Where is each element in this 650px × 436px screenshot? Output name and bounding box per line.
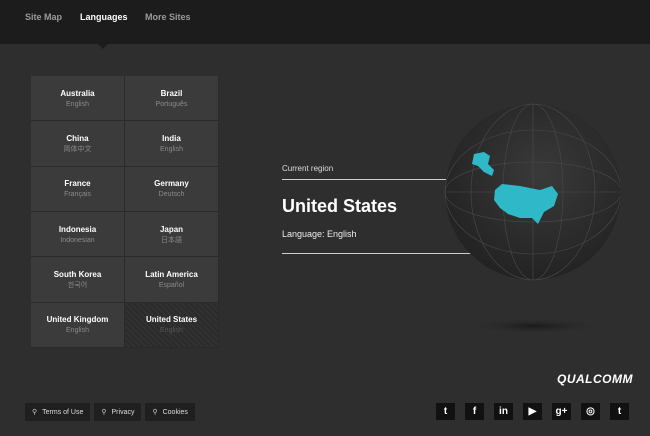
tumblr-icon[interactable]: t bbox=[610, 403, 629, 420]
link-label: Privacy bbox=[111, 408, 135, 416]
region-language: English bbox=[160, 327, 183, 335]
region-china[interactable]: China 简体中文 bbox=[31, 121, 125, 167]
region-language: 한국어 bbox=[67, 281, 88, 289]
region-language: Indonesian bbox=[60, 236, 95, 244]
region-name: Japan bbox=[159, 224, 184, 234]
region-name: United States bbox=[145, 315, 198, 325]
region-united-kingdom[interactable]: United Kingdom English bbox=[31, 302, 125, 348]
active-tab-caret bbox=[98, 44, 108, 49]
qualcomm-logo[interactable]: QUALCOMM bbox=[557, 372, 633, 386]
region-language: Français bbox=[64, 191, 91, 199]
region-name: Brazil bbox=[160, 88, 183, 98]
region-indonesia[interactable]: Indonesia Indonesian bbox=[31, 211, 125, 258]
tab-more-sites[interactable]: More Sites bbox=[145, 12, 191, 22]
cookies-link[interactable]: ⚲ Cookies bbox=[145, 403, 195, 421]
region-name: India bbox=[162, 133, 181, 143]
region-language: Deutsch bbox=[158, 191, 185, 199]
region-name: United Kingdom bbox=[46, 315, 109, 325]
sitemap-icon: ⚲ bbox=[152, 409, 158, 416]
privacy-link[interactable]: ⚲ Privacy bbox=[94, 403, 142, 421]
region-france[interactable]: France Français bbox=[31, 166, 125, 212]
region-name: South Korea bbox=[53, 269, 102, 279]
region-grid: Australia English Brazil Português China 简体中文… bbox=[31, 76, 219, 348]
tab-languages[interactable]: Languages bbox=[80, 12, 128, 22]
region-united-states[interactable]: United States English bbox=[125, 302, 219, 348]
footer-links: ⚲ Terms of Use ⚲ Privacy ⚲ Cookies bbox=[25, 403, 195, 421]
current-language: Language: English bbox=[282, 229, 357, 239]
region-language: Português bbox=[155, 100, 188, 108]
region-language: English bbox=[66, 327, 89, 335]
region-name: China bbox=[66, 133, 89, 143]
region-latin-america[interactable]: Latin America Español bbox=[125, 257, 219, 303]
region-language: Español bbox=[158, 281, 185, 289]
youtube-icon[interactable]: ▶ bbox=[523, 403, 542, 420]
region-brazil[interactable]: Brazil Português bbox=[125, 76, 219, 122]
linkedin-icon[interactable]: in bbox=[494, 403, 513, 420]
region-india[interactable]: India English bbox=[125, 121, 219, 167]
region-name: Germany bbox=[154, 179, 189, 189]
terms-of-use-link[interactable]: ⚲ Terms of Use bbox=[25, 403, 91, 421]
facebook-icon[interactable]: f bbox=[465, 403, 484, 420]
link-label: Cookies bbox=[162, 408, 188, 416]
region-language: 日本語 bbox=[161, 236, 182, 244]
globe-illustration bbox=[444, 103, 620, 334]
region-japan[interactable]: Japan 日本語 bbox=[125, 211, 219, 258]
tab-site-map[interactable]: Site Map bbox=[25, 12, 62, 22]
instagram-icon[interactable]: ◎ bbox=[581, 403, 600, 420]
current-region-name: United States bbox=[282, 196, 398, 216]
region-language: English bbox=[66, 100, 89, 108]
sitemap-icon: ⚲ bbox=[32, 409, 38, 416]
region-language: 简体中文 bbox=[63, 145, 92, 153]
region-name: Australia bbox=[60, 88, 95, 98]
sitemap-icon: ⚲ bbox=[101, 409, 107, 416]
region-south-korea[interactable]: South Korea 한국어 bbox=[31, 257, 125, 303]
region-name: Latin America bbox=[145, 269, 198, 279]
link-label: Terms of Use bbox=[42, 408, 84, 416]
twitter-icon[interactable]: t bbox=[436, 403, 455, 420]
region-germany[interactable]: Germany Deutsch bbox=[125, 166, 219, 212]
googleplus-icon[interactable]: g+ bbox=[552, 403, 571, 420]
region-language: English bbox=[160, 145, 183, 153]
region-australia[interactable]: Australia English bbox=[31, 76, 125, 122]
social-links: t f in ▶ g+ ◎ t bbox=[436, 403, 629, 420]
top-nav: Site Map Languages More Sites bbox=[0, 0, 650, 49]
region-name: France bbox=[64, 179, 91, 189]
region-name: Indonesia bbox=[58, 224, 97, 234]
